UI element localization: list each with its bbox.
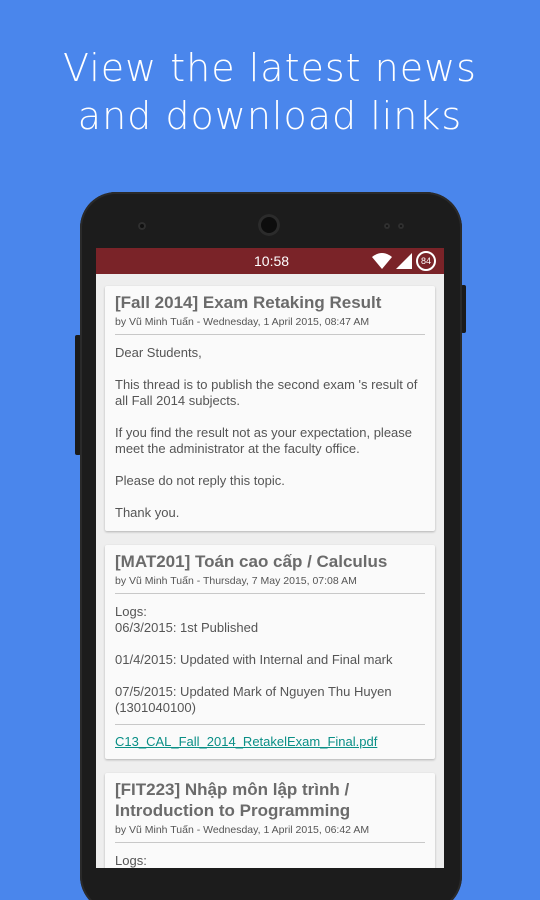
earpiece-speaker	[258, 214, 280, 236]
log-entry: 01/4/2015: Updated with Internal and Fin…	[115, 652, 393, 667]
wifi-icon	[372, 253, 392, 269]
battery-icon: 84	[416, 251, 436, 271]
promo-headline: View the latest news and download links	[0, 44, 540, 140]
log-entry: 06/3/2015: 1st Published	[115, 620, 259, 635]
status-time: 10:58	[254, 253, 290, 269]
front-camera-icon	[138, 222, 146, 230]
headline-line-1: View the latest news	[63, 46, 477, 90]
divider	[115, 593, 425, 594]
news-card[interactable]: [FIT223] Nhập môn lập trình / Introducti…	[105, 773, 435, 868]
post-paragraph: Please do not reply this topic.	[115, 473, 285, 488]
post-paragraph: This thread is to publish the second exa…	[115, 377, 418, 408]
logs-label: Logs:	[115, 604, 147, 619]
post-paragraph: Dear Students,	[115, 345, 202, 360]
logs-label: Logs:	[115, 853, 147, 868]
status-bar: 10:58 84	[96, 248, 444, 274]
divider	[115, 334, 425, 335]
signal-icon	[396, 253, 412, 269]
phone-screen: 10:58 84 [Fall 2014] Exam Retaking Resul…	[96, 248, 444, 868]
log-entry: 07/5/2015: Updated Mark of Nguyen Thu Hu…	[115, 684, 392, 715]
post-title[interactable]: [MAT201] Toán cao cấp / Calculus	[115, 551, 425, 572]
attachment-download-link[interactable]: C13_CAL_Fall_2014_RetakelExam_Final.pdf	[115, 725, 425, 749]
post-meta: by Vũ Minh Tuấn - Thursday, 7 May 2015, …	[115, 575, 357, 587]
post-title[interactable]: [FIT223] Nhập môn lập trình / Introducti…	[115, 779, 425, 821]
sensor-icon	[398, 223, 404, 229]
post-meta: by Vũ Minh Tuấn - Wednesday, 1 April 201…	[115, 316, 370, 328]
post-title[interactable]: [Fall 2014] Exam Retaking Result	[115, 292, 425, 313]
headline-line-2: and download links	[77, 94, 463, 138]
news-card[interactable]: [Fall 2014] Exam Retaking Result by Vũ M…	[105, 286, 435, 531]
news-feed[interactable]: [Fall 2014] Exam Retaking Result by Vũ M…	[96, 274, 444, 868]
divider	[115, 842, 425, 843]
news-card[interactable]: [MAT201] Toán cao cấp / Calculus by Vũ M…	[105, 545, 435, 759]
sensor-icon	[384, 223, 390, 229]
post-paragraph: If you find the result not as your expec…	[115, 425, 413, 456]
post-paragraph: Thank you.	[115, 505, 180, 520]
post-meta: by Vũ Minh Tuấn - Wednesday, 1 April 201…	[115, 824, 370, 836]
